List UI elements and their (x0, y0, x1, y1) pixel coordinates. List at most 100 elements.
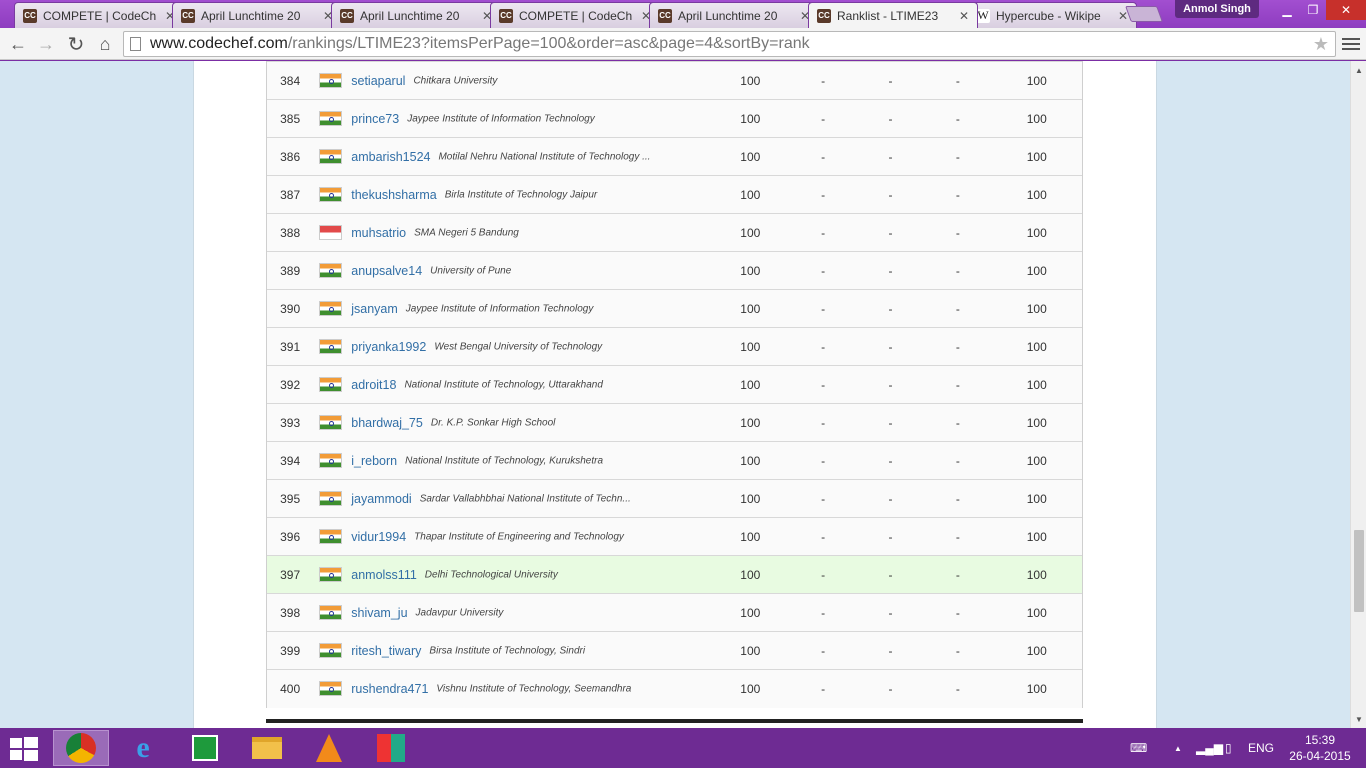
tab-hypercube-wikipedia[interactable]: W Hypercube - Wikipe ✕ (967, 2, 1137, 28)
username-link[interactable]: anupsalve14 (351, 264, 422, 278)
problem-cell: - (888, 567, 893, 582)
tab-ranklist[interactable]: CC Ranklist - LTIME23 ✕ (808, 2, 978, 28)
total-cell: 100 (991, 403, 1083, 442)
scroll-up-arrow-icon[interactable]: ▲ (1351, 63, 1366, 77)
scroll-thumb[interactable] (1354, 530, 1364, 612)
institution-label: Jaypee Institute of Information Technolo… (407, 113, 595, 125)
total-cell: 100 (991, 251, 1083, 290)
total-cell: 100 (991, 289, 1083, 328)
tab-compete-2[interactable]: CC COMPETE | CodeCh ✕ (490, 2, 660, 28)
ranklist-table: 384 setiaparul Chitkara University 100 - - - 10… (266, 61, 1083, 708)
username-link[interactable]: ritesh_tiwary (351, 644, 421, 658)
close-window-icon[interactable]: ✕ (1326, 0, 1366, 20)
score-cell: 100 (740, 377, 761, 392)
network-signal-icon[interactable]: ▂▄▆ (1196, 728, 1223, 768)
table-bottom-border (266, 719, 1083, 723)
chrome-icon[interactable] (53, 730, 109, 766)
rank-cell: 399 (266, 631, 314, 670)
institution-label: Thapar Institute of Engineering and Tech… (414, 531, 624, 543)
reload-icon[interactable]: ↻ (64, 32, 88, 56)
total-cell: 100 (991, 175, 1083, 214)
maximize-icon[interactable]: ❐ (1300, 0, 1326, 20)
username-link[interactable]: setiaparul (351, 74, 405, 88)
forward-arrow-icon[interactable]: → (34, 32, 58, 56)
table-row: 386 ambarish1524 Motilal Nehru National In… (266, 137, 1083, 176)
username-link[interactable]: ambarish1524 (351, 150, 430, 164)
table-row: 387 thekushsharma Birla Institute of Techn… (266, 175, 1083, 214)
username-link[interactable]: anmolss111 (351, 568, 417, 582)
ranklist-body: 384 setiaparul Chitkara University 100 - - - 10… (266, 61, 1083, 708)
username-link[interactable]: priyanka1992 (351, 340, 426, 354)
problem-cell: - (821, 567, 826, 582)
rank-cell: 393 (266, 403, 314, 442)
tab-april-lunchtime-3[interactable]: CC April Lunchtime 20 ✕ (649, 2, 819, 28)
language-indicator[interactable]: ENG (1248, 728, 1274, 768)
tab-compete-1[interactable]: CC COMPETE | CodeCh ✕ (14, 2, 184, 28)
username-link[interactable]: jayammodi (351, 492, 411, 506)
rank-cell: 388 (266, 213, 314, 252)
back-arrow-icon[interactable]: ← (6, 32, 30, 56)
institution-label: Jaypee Institute of Information Technolo… (405, 303, 594, 315)
score-cell: 100 (740, 529, 761, 544)
username-link[interactable]: jsanyam (351, 302, 398, 316)
username-link[interactable]: prince73 (351, 112, 399, 126)
username-link[interactable]: i_reborn (351, 454, 397, 468)
keyboard-icon[interactable]: ⌨ (1130, 728, 1147, 768)
institution-label: Sardar Vallabhbhai National Institute of… (419, 493, 631, 505)
file-explorer-icon[interactable] (239, 730, 295, 766)
problem-cell: - (888, 339, 893, 354)
url-host: www.codechef.com (150, 35, 288, 52)
tab-april-lunchtime-2[interactable]: CC April Lunchtime 20 ✕ (331, 2, 501, 28)
rank-cell: 387 (266, 175, 314, 214)
menu-icon[interactable] (1342, 34, 1360, 54)
institution-label: Dr. K.P. Sonkar High School (430, 417, 556, 429)
show-hidden-icons-icon[interactable]: ▲ (1174, 728, 1182, 768)
username-link[interactable]: vidur1994 (351, 530, 406, 544)
problem-cell: - (955, 301, 960, 316)
tab-title: COMPETE | CodeCh (43, 8, 157, 23)
institution-label: Chitkara University (413, 75, 498, 87)
minimize-icon[interactable]: ▁ (1274, 0, 1300, 20)
rank-cell: 398 (266, 593, 314, 632)
user-cell: bhardwaj_75 Dr. K.P. Sonkar High School (313, 404, 711, 442)
address-bar[interactable]: www.codechef.com/rankings/LTIME23?itemsP… (123, 31, 1336, 57)
vlc-icon[interactable] (301, 730, 357, 766)
problem-cell: - (955, 643, 960, 658)
tab-april-lunchtime-1[interactable]: CC April Lunchtime 20 ✕ (172, 2, 342, 28)
rank-cell: 395 (266, 479, 314, 518)
username-link[interactable]: bhardwaj_75 (351, 416, 423, 430)
tab-title: Ranklist - LTIME23 (837, 8, 939, 23)
scroll-down-arrow-icon[interactable]: ▼ (1351, 712, 1366, 726)
store-icon[interactable] (177, 730, 233, 766)
windows-start-icon[interactable] (8, 736, 40, 762)
username-link[interactable]: rushendra471 (351, 682, 428, 696)
username-link[interactable]: shivam_ju (351, 606, 407, 620)
profile-button[interactable]: Anmol Singh (1175, 0, 1259, 18)
problem-cell: - (821, 263, 826, 278)
problem-cell: - (888, 605, 893, 620)
clock-time: 15:39 (1304, 733, 1336, 747)
internet-explorer-icon[interactable]: e (115, 730, 171, 766)
table-row: 399 ritesh_tiwary Birsa Institute of Techn… (266, 631, 1083, 670)
user-cell: ritesh_tiwary Birsa Institute of Technolo… (313, 632, 711, 670)
codechef-favicon-icon: CC (658, 8, 672, 23)
vertical-scrollbar[interactable]: ▲ ▼ (1350, 61, 1366, 728)
home-icon[interactable]: ⌂ (93, 32, 117, 56)
username-link[interactable]: adroit18 (351, 378, 396, 392)
app-tiles-icon[interactable] (363, 730, 419, 766)
institution-label: West Bengal University of Technology (434, 341, 603, 353)
page-icon (130, 37, 141, 51)
username-link[interactable]: muhsatrio (351, 226, 406, 240)
close-icon[interactable]: ✕ (957, 9, 971, 23)
battery-icon[interactable]: ▯ (1225, 728, 1232, 768)
username-link[interactable]: thekushsharma (351, 188, 436, 202)
user-cell: i_reborn National Institute of Technology… (313, 442, 711, 480)
bookmark-star-icon[interactable]: ★ (1313, 34, 1329, 55)
table-row: 393 bhardwaj_75 Dr. K.P. Sonkar High Schoo… (266, 403, 1083, 442)
institution-label: National Institute of Technology, Kuruks… (405, 455, 604, 467)
score-cell: 100 (740, 225, 761, 240)
table-row: 395 jayammodi Sardar Vallabhbhai National … (266, 479, 1083, 518)
clock[interactable]: 15:39 26-04-2015 (1288, 732, 1352, 764)
new-tab-button[interactable] (1125, 6, 1163, 22)
india-flag-icon (319, 377, 343, 393)
